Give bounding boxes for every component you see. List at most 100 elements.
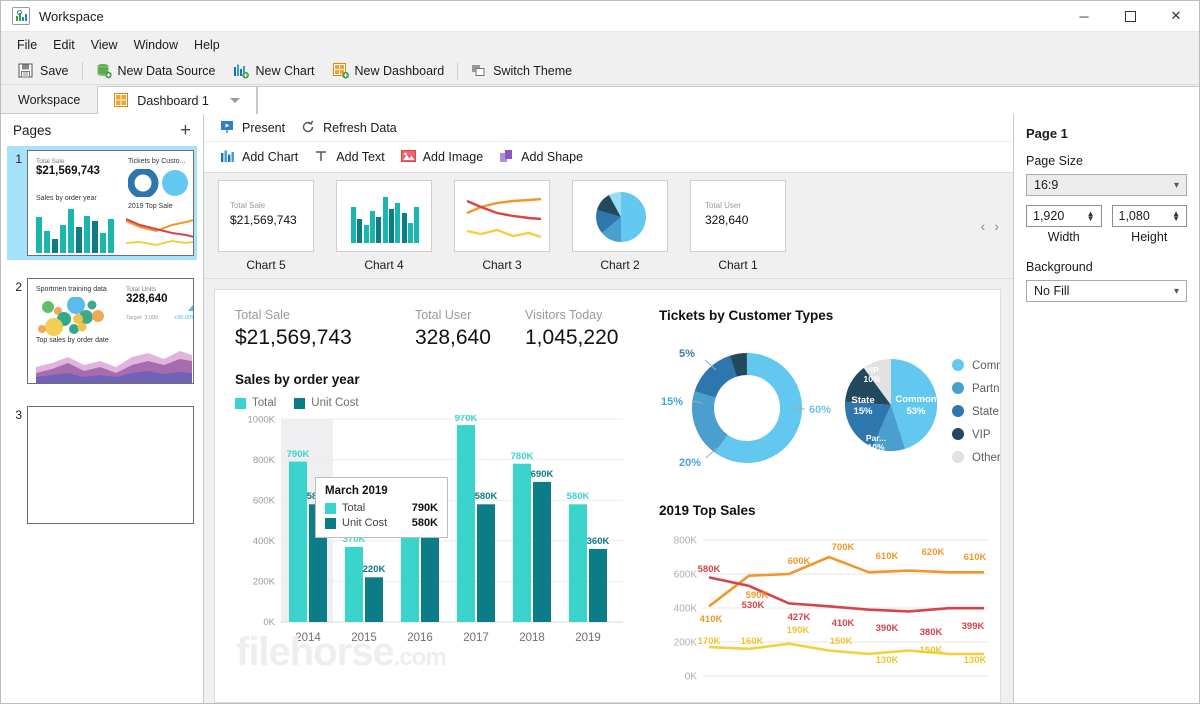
shape-icon [499,149,515,165]
page-dimensions-row: 1,920 ▲▼ Width 1,080 ▲▼ Height [1026,205,1187,244]
svg-text:2017: 2017 [463,632,489,644]
tab-dashboard-1-label: Dashboard 1 [137,94,209,108]
add-text-button[interactable]: Add Text [306,147,392,167]
gallery-next-button[interactable]: › [994,218,999,234]
thumb-sales-label: Sales by order year [36,195,97,202]
height-field-group: 1,080 ▲▼ Height [1112,205,1188,244]
svg-text:700K: 700K [832,542,855,553]
switch-theme-button[interactable]: Switch Theme [462,61,581,81]
menu-view[interactable]: View [83,35,126,55]
gallery-item-chart-5[interactable]: Total Sale $21,569,743 Chart 5 [218,180,314,272]
top-sales-chart-title: 2019 Top Sales [659,503,1001,518]
menu-edit[interactable]: Edit [45,35,83,55]
svg-text:530K: 530K [742,600,765,611]
page-1-preview: Total Sale $21,569,743 Tickets by Custo.… [27,150,194,256]
add-chart-button[interactable]: Add Chart [212,147,306,167]
thumb-target-delta: +95.00% [174,315,194,321]
new-dashboard-button[interactable]: New Dashboard [324,61,454,81]
gallery-caption: Chart 1 [718,258,757,272]
menu-window[interactable]: Window [126,35,186,55]
legend-swatch [235,398,246,409]
svg-text:800K: 800K [674,536,698,547]
background-label: Background [1026,260,1187,274]
svg-text:580K: 580K [567,491,590,502]
page-thumbnail-1[interactable]: 1 Total Sale $21,569,743 Tickets by Cust… [7,146,197,260]
svg-text:160K: 160K [741,636,764,647]
width-stepper[interactable]: ▲▼ [1087,211,1095,221]
top-sales-line-chart[interactable]: 800K 600K 400K 200K 0K [659,528,1001,703]
menu-file[interactable]: File [9,35,45,55]
gallery-caption: Chart 3 [482,258,521,272]
refresh-data-button[interactable]: Refresh Data [293,118,405,138]
new-dashboard-label: New Dashboard [355,64,445,78]
gallery-kpi-label: Total User [705,201,741,210]
svg-text:190K: 190K [787,625,810,636]
tickets-by-customer-types-chart[interactable]: 5% 15% 20% 60% [659,333,1001,483]
gallery-prev-button[interactable]: ‹ [981,218,986,234]
present-button[interactable]: Present [212,118,293,138]
svg-text:130K: 130K [964,655,987,666]
gallery-navigation: ‹ › [981,218,999,234]
svg-text:780K: 780K [511,451,534,462]
new-data-source-button[interactable]: New Data Source [87,61,225,81]
text-icon [314,149,330,165]
dashboard-canvas[interactable]: Total Sale $21,569,743 Total User 328,64… [214,289,1001,703]
thumb-tickets-label: Tickets by Custo... [128,158,185,165]
width-input[interactable]: 1,920 ▲▼ [1026,205,1102,227]
pie-label-common-pct: 53% [906,406,926,417]
maximize-button[interactable] [1107,1,1153,32]
thumb-total-units-value: 328,640 [126,293,168,305]
minimize-button[interactable]: ─ [1061,1,1107,32]
menu-help[interactable]: Help [186,35,228,55]
page-number: 3 [10,406,22,524]
new-chart-button[interactable]: New Chart [224,61,323,81]
thumb-total-sale-value: $21,569,743 [36,165,100,177]
page-thumbnail-3[interactable]: 3 [7,402,197,528]
tab-workspace[interactable]: Workspace [1,85,97,113]
svg-text:600K: 600K [788,556,811,567]
page-size-select[interactable]: 16:9 ▾ [1026,174,1187,196]
bar-chart-icon [220,149,236,165]
add-image-button[interactable]: Add Image [393,147,491,167]
gallery-item-chart-2[interactable]: Chart 2 [572,180,668,272]
save-button[interactable]: Save [9,61,78,81]
add-page-button[interactable]: + [180,121,191,140]
pie-legend-others: Others [972,452,1001,464]
bar-chart-icon [233,63,249,79]
add-shape-button[interactable]: Add Shape [491,147,591,167]
svg-text:0K: 0K [263,617,275,628]
svg-text:2015: 2015 [351,632,377,644]
application-window: Workspace ─ ✕ File Edit View Window Help [0,0,1200,704]
new-data-source-label: New Data Source [118,64,216,78]
dashboard-icon [114,93,130,109]
width-label: Width [1026,230,1102,244]
tab-dashboard-1[interactable]: Dashboard 1 [97,86,257,114]
dashboard-icon [333,63,349,79]
sales-by-order-year-chart[interactable]: 1000K 800K 600K 400K 200K 0K [235,415,625,663]
background-select[interactable]: No Fill ▾ [1026,280,1187,302]
gallery-item-chart-1[interactable]: Total User 328,640 Chart 1 [690,180,786,272]
page-thumbnail-2[interactable]: 2 Sportmen training data Total Uni [7,274,197,388]
donut-chart [686,347,809,470]
svg-text:620K: 620K [922,547,945,558]
height-stepper[interactable]: ▲▼ [1172,211,1180,221]
add-shape-label: Add Shape [521,150,583,164]
height-input[interactable]: 1,080 ▲▼ [1112,205,1188,227]
close-button[interactable]: ✕ [1153,1,1199,32]
chevron-down-icon[interactable] [230,98,240,103]
add-chart-label: Add Chart [242,150,298,164]
window-controls: ─ ✕ [1061,1,1199,32]
chart-tooltip: March 2019 Total 790K Unit Cost 580K [315,477,448,538]
gallery-preview-bars [336,180,432,252]
bar-chart-legend: Total Unit Cost [235,397,645,409]
svg-text:1000K: 1000K [248,415,276,426]
kpi-value: 1,045,220 [525,326,618,350]
theme-icon [471,63,487,79]
present-label: Present [242,121,285,135]
svg-text:610K: 610K [964,552,987,563]
gallery-item-chart-3[interactable]: Chart 3 [454,180,550,272]
thumb-line-chart [126,215,194,249]
svg-text:2019: 2019 [575,632,601,644]
tickets-chart-title: Tickets by Customer Types [659,308,1001,323]
gallery-item-chart-4[interactable]: Chart 4 [336,180,432,272]
